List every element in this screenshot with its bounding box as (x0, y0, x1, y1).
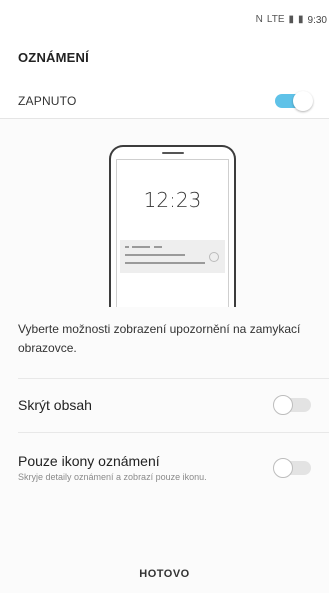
status-bar: N LTE ▮ ▮ 9:30 (0, 0, 329, 40)
illustration-clock: 12:23 (143, 188, 202, 212)
option-icons-only-text: Pouze ikony oznámení Skryje detaily ozná… (18, 453, 258, 483)
option-icons-only-label: Pouze ikony oznámení (18, 453, 160, 469)
lockscreen-illustration: 12:23 (109, 145, 236, 307)
illustration-notification (120, 240, 225, 273)
master-toggle-switch[interactable] (275, 91, 313, 111)
illustration-screen: 12:23 (116, 159, 229, 307)
master-toggle-label: ZAPNUTO (18, 94, 77, 108)
lte-icon: LTE (266, 14, 285, 25)
done-button[interactable]: HOTOVO (0, 568, 329, 580)
icons-only-toggle[interactable] (273, 458, 311, 478)
divider (18, 432, 329, 433)
illustration-notification-icon (209, 252, 219, 262)
battery-icon: ▮ (298, 14, 304, 25)
option-icons-only-sublabel: Skryje detaily oznámení a zobrazí pouze … (18, 472, 207, 482)
hide-content-toggle[interactable] (273, 395, 311, 415)
page-title: OZNÁMENÍ (18, 50, 89, 65)
master-toggle-row[interactable]: ZAPNUTO (0, 84, 329, 118)
option-hide-content-label: Skrýt obsah (18, 397, 92, 413)
option-hide-content[interactable]: Skrýt obsah (0, 384, 329, 426)
divider (18, 378, 329, 379)
description-text: Vyberte možnosti zobrazení upozornění na… (18, 322, 301, 355)
status-time: 9:30 (307, 14, 327, 26)
signal-icon: ▮ (288, 14, 295, 25)
speaker-icon (161, 152, 184, 154)
nfc-icon: N (255, 14, 263, 25)
option-icons-only[interactable]: Pouze ikony oznámení Skryje detaily ozná… (0, 442, 329, 494)
